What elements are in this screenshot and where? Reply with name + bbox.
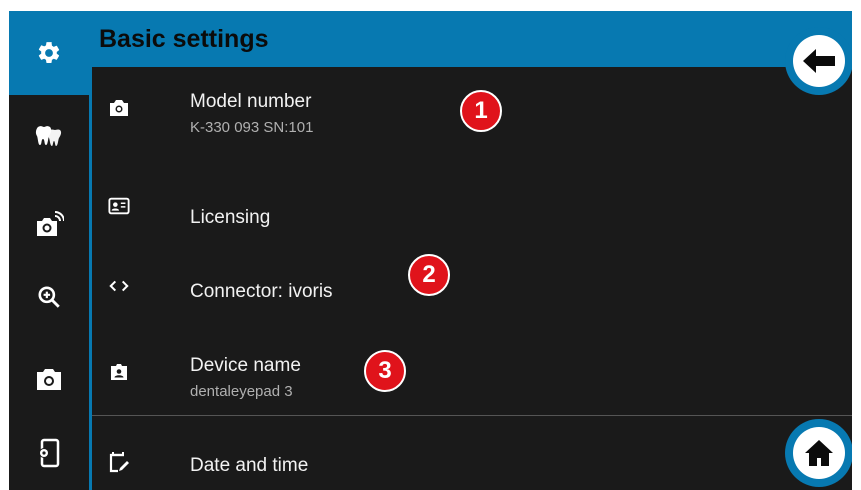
settings-item-connector[interactable]: Connector: ivoris: [92, 263, 852, 307]
settings-item-licensing[interactable]: Licensing: [92, 185, 852, 229]
model-number-value: K-330 093 SN:101: [190, 119, 314, 136]
settings-item-label: Device name: [190, 355, 301, 376]
page-title: Basic settings: [99, 25, 269, 53]
device-settings-icon: [39, 438, 60, 468]
home-button[interactable]: [785, 419, 852, 487]
calendar-edit-icon: [108, 451, 130, 473]
settings-item-label: Model number: [190, 91, 312, 112]
app-window: Basic settings Model number K-330 093 SN…: [9, 11, 852, 490]
code-brackets-icon: [108, 275, 130, 297]
sidebar: [9, 11, 89, 490]
settings-item-label: Licensing: [190, 207, 271, 228]
teeth-icon: [35, 126, 62, 146]
back-button[interactable]: [785, 27, 852, 95]
contact-badge-icon: [108, 361, 130, 383]
zoom-in-icon: [38, 286, 60, 308]
sidebar-item-camera[interactable]: [9, 337, 89, 421]
settings-item-label: Connector: ivoris: [190, 281, 333, 302]
sidebar-item-zoom[interactable]: [9, 255, 89, 339]
header-bar: Basic settings: [89, 11, 852, 67]
sidebar-item-settings[interactable]: [9, 11, 89, 95]
license-card-icon: [108, 195, 130, 217]
sidebar-item-device-settings[interactable]: [9, 411, 89, 490]
back-arrow-icon: [803, 49, 835, 73]
camera-icon: [37, 369, 61, 390]
annotation-badge-3: 3: [364, 350, 406, 392]
camera-icon: [108, 97, 130, 119]
sidebar-item-teeth[interactable]: [9, 95, 89, 179]
device-name-value: dentaleyepad 3: [190, 383, 293, 400]
wireless-camera-icon: [37, 211, 64, 236]
gear-icon: [38, 42, 60, 63]
annotation-badge-2: 2: [408, 254, 450, 296]
annotation-badge-1: 1: [460, 90, 502, 132]
settings-item-date-time[interactable]: Date and time: [92, 435, 852, 485]
list-divider: [92, 415, 852, 416]
settings-item-device-name[interactable]: Device name dentaleyepad 3: [92, 339, 852, 409]
settings-list: Model number K-330 093 SN:101 Licensing …: [92, 67, 852, 490]
settings-item-label: Date and time: [190, 455, 309, 476]
home-icon: [805, 440, 833, 466]
